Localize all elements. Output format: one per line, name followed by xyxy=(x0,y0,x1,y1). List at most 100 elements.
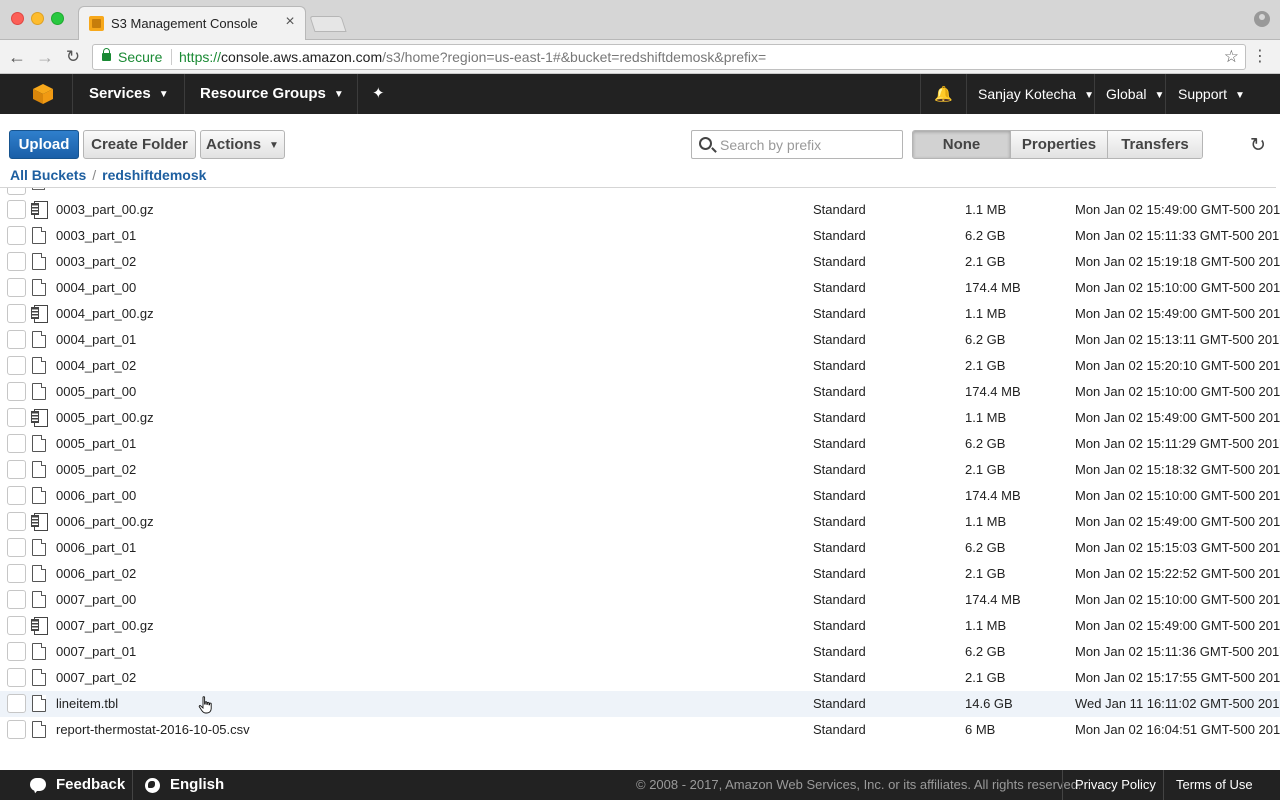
row-checkbox[interactable] xyxy=(7,564,26,583)
table-row[interactable]: 0006_part_01 Standard 6.2 GB Mon Jan 02 … xyxy=(0,535,1280,561)
pin-icon[interactable]: ✦ xyxy=(372,84,385,102)
window-close-button[interactable] xyxy=(11,12,24,25)
object-name[interactable]: 0004_part_00 xyxy=(56,280,136,295)
row-checkbox[interactable] xyxy=(7,434,26,453)
table-row[interactable]: 0003_part_00.gz Standard 1.1 MB Mon Jan … xyxy=(0,197,1280,223)
row-checkbox[interactable] xyxy=(7,226,26,245)
upload-button[interactable]: Upload xyxy=(9,130,79,159)
search-field[interactable] xyxy=(691,130,903,159)
table-row[interactable]: 0004_part_01 Standard 6.2 GB Mon Jan 02 … xyxy=(0,327,1280,353)
privacy-policy-link[interactable]: Privacy Policy xyxy=(1075,770,1156,800)
window-zoom-button[interactable] xyxy=(51,12,64,25)
region-menu[interactable]: Global ▼ xyxy=(1106,74,1164,114)
table-row[interactable]: 0007_part_01 Standard 6.2 GB Mon Jan 02 … xyxy=(0,639,1280,665)
view-properties-button[interactable]: Properties xyxy=(1010,131,1107,158)
view-none-button[interactable]: None xyxy=(913,131,1010,158)
view-transfers-button[interactable]: Transfers xyxy=(1107,131,1202,158)
reload-icon[interactable]: ↻ xyxy=(62,46,84,68)
row-checkbox[interactable] xyxy=(7,252,26,271)
browser-tab-active[interactable]: S3 Management Console × xyxy=(78,6,306,40)
object-name[interactable]: 0007_part_00.gz xyxy=(56,618,154,633)
tab-close-icon[interactable]: × xyxy=(281,13,299,31)
aws-cube-logo-icon[interactable] xyxy=(32,83,54,105)
breadcrumb-all-buckets[interactable]: All Buckets xyxy=(10,167,86,183)
services-menu[interactable]: Services ▼ xyxy=(89,74,169,114)
table-row[interactable]: report-thermostat-2016-10-05.csv Standar… xyxy=(0,717,1280,743)
row-checkbox[interactable] xyxy=(7,278,26,297)
object-name[interactable]: 0006_part_00 xyxy=(56,488,136,503)
address-bar[interactable]: Secure https://console.aws.amazon.com/s3… xyxy=(92,44,1246,70)
table-row[interactable]: 0003_part_01 Standard 6.2 GB Mon Jan 02 … xyxy=(0,223,1280,249)
new-tab-button[interactable] xyxy=(309,16,347,32)
row-checkbox[interactable] xyxy=(7,382,26,401)
object-name[interactable]: 0006_part_01 xyxy=(56,540,136,555)
table-row[interactable]: 0004_part_00 Standard 174.4 MB Mon Jan 0… xyxy=(0,275,1280,301)
table-row[interactable]: 0004_part_00.gz Standard 1.1 MB Mon Jan … xyxy=(0,301,1280,327)
row-checkbox[interactable] xyxy=(7,304,26,323)
row-checkbox[interactable] xyxy=(7,720,26,739)
row-checkbox[interactable] xyxy=(7,512,26,531)
url-text[interactable]: https://console.aws.amazon.com/s3/home?r… xyxy=(179,49,766,65)
row-checkbox[interactable] xyxy=(7,538,26,557)
row-checkbox[interactable] xyxy=(7,408,26,427)
row-checkbox[interactable] xyxy=(7,486,26,505)
table-row[interactable]: 0005_part_00 Standard 174.4 MB Mon Jan 0… xyxy=(0,379,1280,405)
row-checkbox[interactable] xyxy=(7,330,26,349)
support-menu[interactable]: Support ▼ xyxy=(1178,74,1245,114)
terms-of-use-link[interactable]: Terms of Use xyxy=(1176,770,1253,800)
table-row[interactable]: 0005_part_02 Standard 2.1 GB Mon Jan 02 … xyxy=(0,457,1280,483)
bookmark-star-icon[interactable]: ☆ xyxy=(1224,47,1239,67)
actions-dropdown[interactable]: Actions ▼ xyxy=(200,130,285,159)
object-name[interactable]: 0007_part_02 xyxy=(56,670,136,685)
table-row[interactable]: lineitem.tbl Standard 14.6 GB Wed Jan 11… xyxy=(0,691,1280,717)
object-name[interactable]: lineitem.tbl xyxy=(56,696,118,711)
object-name[interactable]: 0004_part_00.gz xyxy=(56,306,154,321)
row-checkbox[interactable] xyxy=(7,188,26,195)
row-checkbox[interactable] xyxy=(7,694,26,713)
table-row[interactable]: 0006_part_02 Standard 2.1 GB Mon Jan 02 … xyxy=(0,561,1280,587)
object-name[interactable]: 0004_part_02 xyxy=(56,358,136,373)
object-name[interactable]: 0007_part_00 xyxy=(56,592,136,607)
table-row[interactable]: 0005_part_00.gz Standard 1.1 MB Mon Jan … xyxy=(0,405,1280,431)
table-row[interactable]: 0007_part_02 Standard 2.1 GB Mon Jan 02 … xyxy=(0,665,1280,691)
create-folder-button[interactable]: Create Folder xyxy=(83,130,196,159)
object-name[interactable]: 0005_part_00 xyxy=(56,384,136,399)
object-name[interactable]: 0005_part_01 xyxy=(56,436,136,451)
object-name[interactable]: 0003_part_01 xyxy=(56,228,136,243)
object-name[interactable]: 0005_part_00.gz xyxy=(56,410,154,425)
forward-arrow-icon[interactable]: → xyxy=(34,46,56,68)
row-checkbox[interactable] xyxy=(7,616,26,635)
object-name[interactable]: 0006_part_00.gz xyxy=(56,514,154,529)
object-name[interactable]: 0004_part_01 xyxy=(56,332,136,347)
refresh-icon[interactable]: ↻ xyxy=(1250,134,1266,157)
row-checkbox[interactable] xyxy=(7,200,26,219)
resource-groups-menu[interactable]: Resource Groups ▼ xyxy=(200,74,344,114)
breadcrumb-bucket[interactable]: redshiftdemosk xyxy=(102,167,206,183)
table-row[interactable]: 0007_part_00 Standard 174.4 MB Mon Jan 0… xyxy=(0,587,1280,613)
table-row[interactable]: 0006_part_00.gz Standard 1.1 MB Mon Jan … xyxy=(0,509,1280,535)
table-row[interactable]: 0004_part_02 Standard 2.1 GB Mon Jan 02 … xyxy=(0,353,1280,379)
object-name[interactable]: 0003_part_00.gz xyxy=(56,202,154,217)
feedback-link[interactable]: Feedback xyxy=(56,770,125,800)
search-input[interactable] xyxy=(720,134,895,155)
row-checkbox[interactable] xyxy=(7,642,26,661)
table-row[interactable]: 0007_part_00.gz Standard 1.1 MB Mon Jan … xyxy=(0,613,1280,639)
object-name[interactable]: 0007_part_01 xyxy=(56,644,136,659)
table-row[interactable]: 0006_part_00 Standard 174.4 MB Mon Jan 0… xyxy=(0,483,1280,509)
window-minimize-button[interactable] xyxy=(31,12,44,25)
language-selector[interactable]: English xyxy=(170,770,224,800)
row-checkbox[interactable] xyxy=(7,668,26,687)
object-name[interactable]: 0005_part_02 xyxy=(56,462,136,477)
bell-icon[interactable]: 🔔 xyxy=(934,85,953,103)
browser-menu-icon[interactable]: ⋮ xyxy=(1252,46,1268,66)
row-checkbox[interactable] xyxy=(7,356,26,375)
back-arrow-icon[interactable]: ← xyxy=(6,46,28,68)
object-name[interactable]: report-thermostat-2016-10-05.csv xyxy=(56,722,250,737)
account-menu[interactable]: Sanjay Kotecha ▼ xyxy=(978,74,1094,114)
row-checkbox[interactable] xyxy=(7,460,26,479)
browser-profile-icon[interactable] xyxy=(1254,11,1270,27)
object-name[interactable]: 0003_part_02 xyxy=(56,254,136,269)
table-row[interactable]: 0005_part_01 Standard 6.2 GB Mon Jan 02 … xyxy=(0,431,1280,457)
table-row[interactable]: 0003_part_02 Standard 2.1 GB Mon Jan 02 … xyxy=(0,249,1280,275)
object-name[interactable]: 0006_part_02 xyxy=(56,566,136,581)
